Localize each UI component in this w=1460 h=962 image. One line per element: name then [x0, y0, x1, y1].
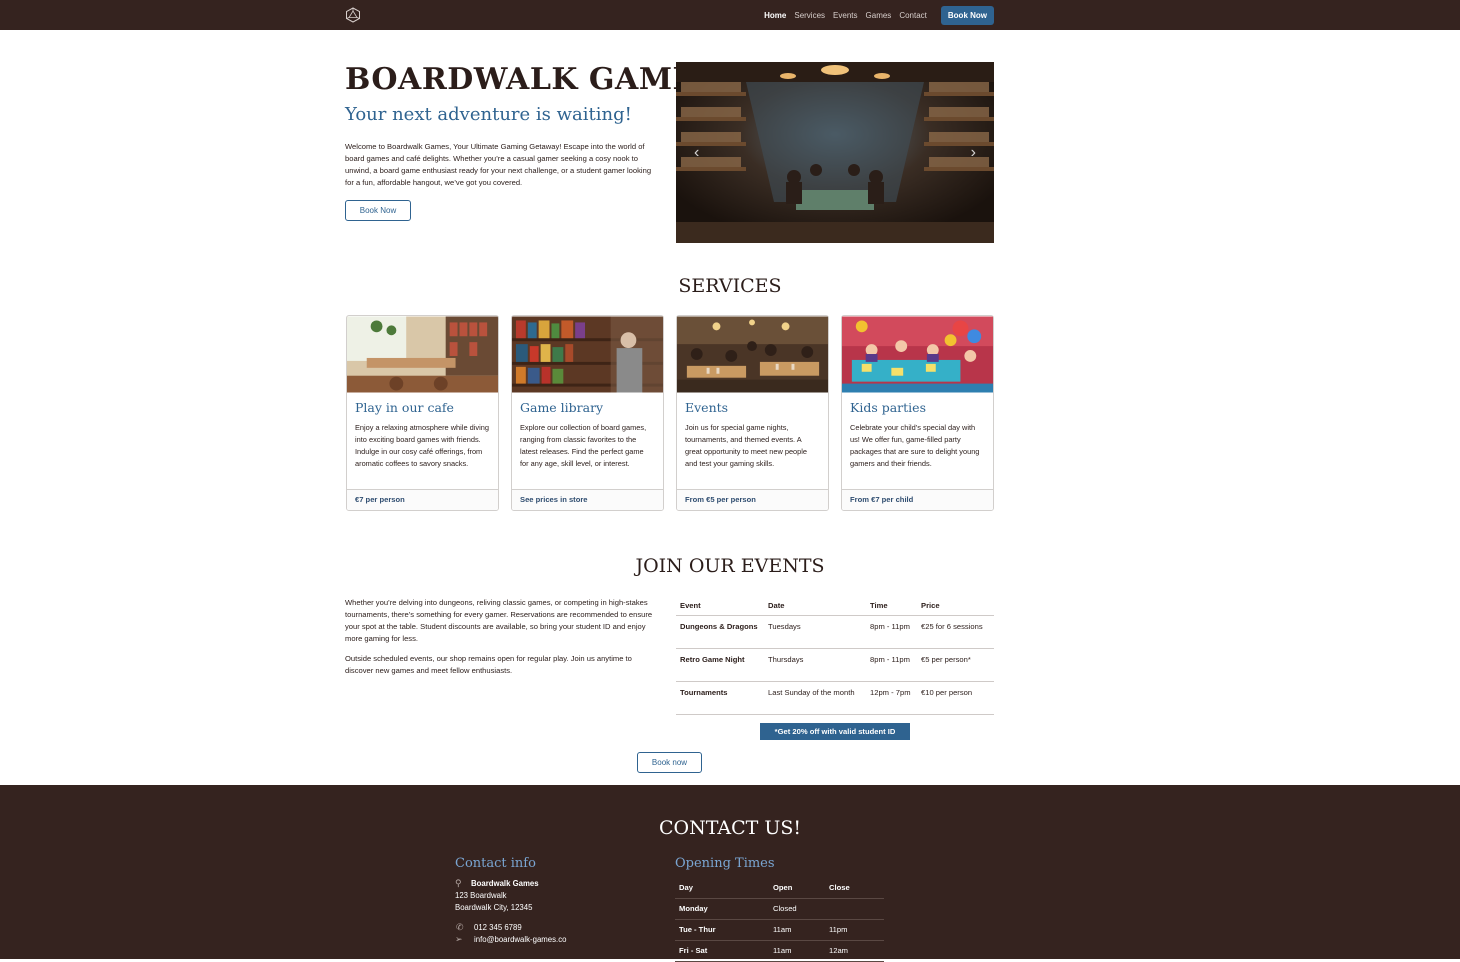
hours-open: Closed	[769, 898, 825, 920]
hours-day: Monday	[675, 898, 769, 920]
hours-close	[825, 898, 884, 920]
card-price: From €7 per child	[842, 489, 993, 510]
hours-open: 11am	[769, 940, 825, 962]
card-price: €7 per person	[347, 489, 498, 510]
hero-book-now-button[interactable]: Book Now	[345, 200, 411, 221]
column-header: Open	[769, 877, 825, 899]
game-library-photo	[676, 62, 994, 243]
opening-times-heading: Opening Times	[675, 856, 775, 871]
kids-party-photo	[842, 316, 993, 393]
nav-book-now-button[interactable]: Book Now	[940, 5, 994, 25]
column-header: Day	[675, 877, 769, 899]
student-discount-badge: *Get 20% off with valid student ID	[760, 723, 910, 740]
nav-events-link[interactable]: Events	[829, 11, 861, 20]
event-name: Tournaments	[676, 681, 764, 715]
event-time: 8pm - 11pm	[866, 615, 917, 649]
contact-footer: CONTACT US! Contact info ⚲ Boardwalk Gam…	[0, 785, 1460, 962]
hours-day: Fri - Sat	[675, 940, 769, 962]
nav-links: Home Services Events Games Contact Book …	[760, 0, 994, 30]
shelves-photo	[512, 316, 663, 393]
event-name: Dungeons & Dragons	[676, 615, 764, 649]
events-paragraph-1: Whether you’re delving into dungeons, re…	[345, 598, 653, 643]
contact-info-heading: Contact info	[455, 856, 536, 871]
event-time: 12pm - 7pm	[866, 681, 917, 715]
event-date: Last Sunday of the month	[764, 681, 866, 715]
table-header-row: Event Date Time Price	[676, 597, 994, 616]
service-card-cafe[interactable]: Play in our cafe Enjoy a relaxing atmosp…	[346, 315, 499, 511]
card-price: From €5 per person	[677, 489, 828, 510]
card-title: Game library	[520, 400, 604, 415]
card-text: Enjoy a relaxing atmosphere while diving…	[355, 423, 489, 468]
column-header: Time	[866, 597, 917, 616]
map-pin-icon: ⚲	[455, 878, 462, 888]
card-text: Join us for special game nights, tournam…	[685, 423, 808, 468]
events-book-now-button[interactable]: Book now	[637, 752, 702, 773]
table-row: Tue - Thur 11am 11pm	[675, 919, 884, 941]
card-price: See prices in store	[512, 489, 663, 510]
events-title: JOIN OUR EVENTS	[635, 555, 825, 577]
column-header: Close	[825, 877, 884, 899]
carousel-prev-icon[interactable]: ‹	[694, 144, 699, 162]
address-line-1: 123 Boardwalk	[455, 891, 507, 900]
nav-home-link[interactable]: Home	[760, 11, 790, 20]
service-card-events[interactable]: Events Join us for special game nights, …	[676, 315, 829, 511]
send-icon: ➢	[455, 934, 463, 944]
hours-close: 11pm	[825, 919, 884, 941]
column-header: Price	[917, 597, 994, 616]
hero-description: Welcome to Boardwalk Games, Your Ultimat…	[345, 142, 652, 187]
event-date: Tuesdays	[764, 615, 866, 649]
nav-games-link[interactable]: Games	[862, 11, 896, 20]
table-row: Tournaments Last Sunday of the month 12p…	[676, 681, 994, 715]
d20-icon[interactable]	[345, 7, 361, 23]
event-price: €10 per person	[917, 681, 994, 715]
table-row: Monday Closed	[675, 898, 884, 920]
contact-title: CONTACT US!	[658, 817, 801, 839]
event-price: €5 per person*	[917, 648, 994, 682]
service-card-game-library[interactable]: Game library Explore our collection of b…	[511, 315, 664, 511]
hours-day: Tue - Thur	[675, 919, 769, 941]
hero-carousel: ‹ ›	[676, 62, 994, 243]
card-text: Explore our collection of board games, r…	[520, 423, 647, 468]
top-navbar: Home Services Events Games Contact Book …	[0, 0, 1460, 30]
column-header: Event	[676, 597, 764, 616]
event-price: €25 for 6 sessions	[917, 615, 994, 649]
business-name: Boardwalk Games	[471, 879, 539, 888]
events-paragraph-2: Outside scheduled events, our shop remai…	[345, 654, 632, 675]
phone-number[interactable]: 012 345 6789	[474, 922, 522, 934]
phone-icon: ✆	[456, 922, 464, 932]
nav-services-link[interactable]: Services	[790, 11, 829, 20]
opening-times-table: Day Open Close Monday Closed Tue - Thur …	[675, 877, 884, 962]
nav-contact-link[interactable]: Contact	[895, 11, 931, 20]
events-table: Event Date Time Price Dungeons & Dragons…	[676, 597, 994, 715]
hero-subtitle: Your next adventure is waiting!	[345, 104, 632, 125]
events-photo	[677, 316, 828, 393]
event-date: Thursdays	[764, 648, 866, 682]
hero-title: BOARDWALK GAMES	[345, 62, 719, 97]
service-card-kids-parties[interactable]: Kids parties Celebrate your child’s spec…	[841, 315, 994, 511]
event-time: 8pm - 11pm	[866, 648, 917, 682]
carousel-next-icon[interactable]: ›	[971, 144, 976, 162]
hours-open: 11am	[769, 919, 825, 941]
email-link[interactable]: info@boardwalk-games.co	[474, 934, 566, 946]
table-row: Dungeons & Dragons Tuesdays 8pm - 11pm €…	[676, 615, 994, 649]
card-title: Events	[685, 400, 729, 415]
cafe-photo	[347, 316, 498, 393]
table-row: Fri - Sat 11am 12am	[675, 940, 884, 962]
services-title: SERVICES	[678, 275, 782, 297]
table-row: Retro Game Night Thursdays 8pm - 11pm €5…	[676, 648, 994, 682]
card-title: Play in our cafe	[355, 400, 454, 415]
table-header-row: Day Open Close	[675, 877, 884, 899]
event-name: Retro Game Night	[676, 648, 764, 682]
card-text: Celebrate your child’s special day with …	[850, 423, 980, 468]
card-title: Kids parties	[850, 400, 926, 415]
address-line-2: Boardwalk City, 12345	[455, 903, 533, 912]
hours-close: 12am	[825, 940, 884, 962]
column-header: Date	[764, 597, 866, 616]
